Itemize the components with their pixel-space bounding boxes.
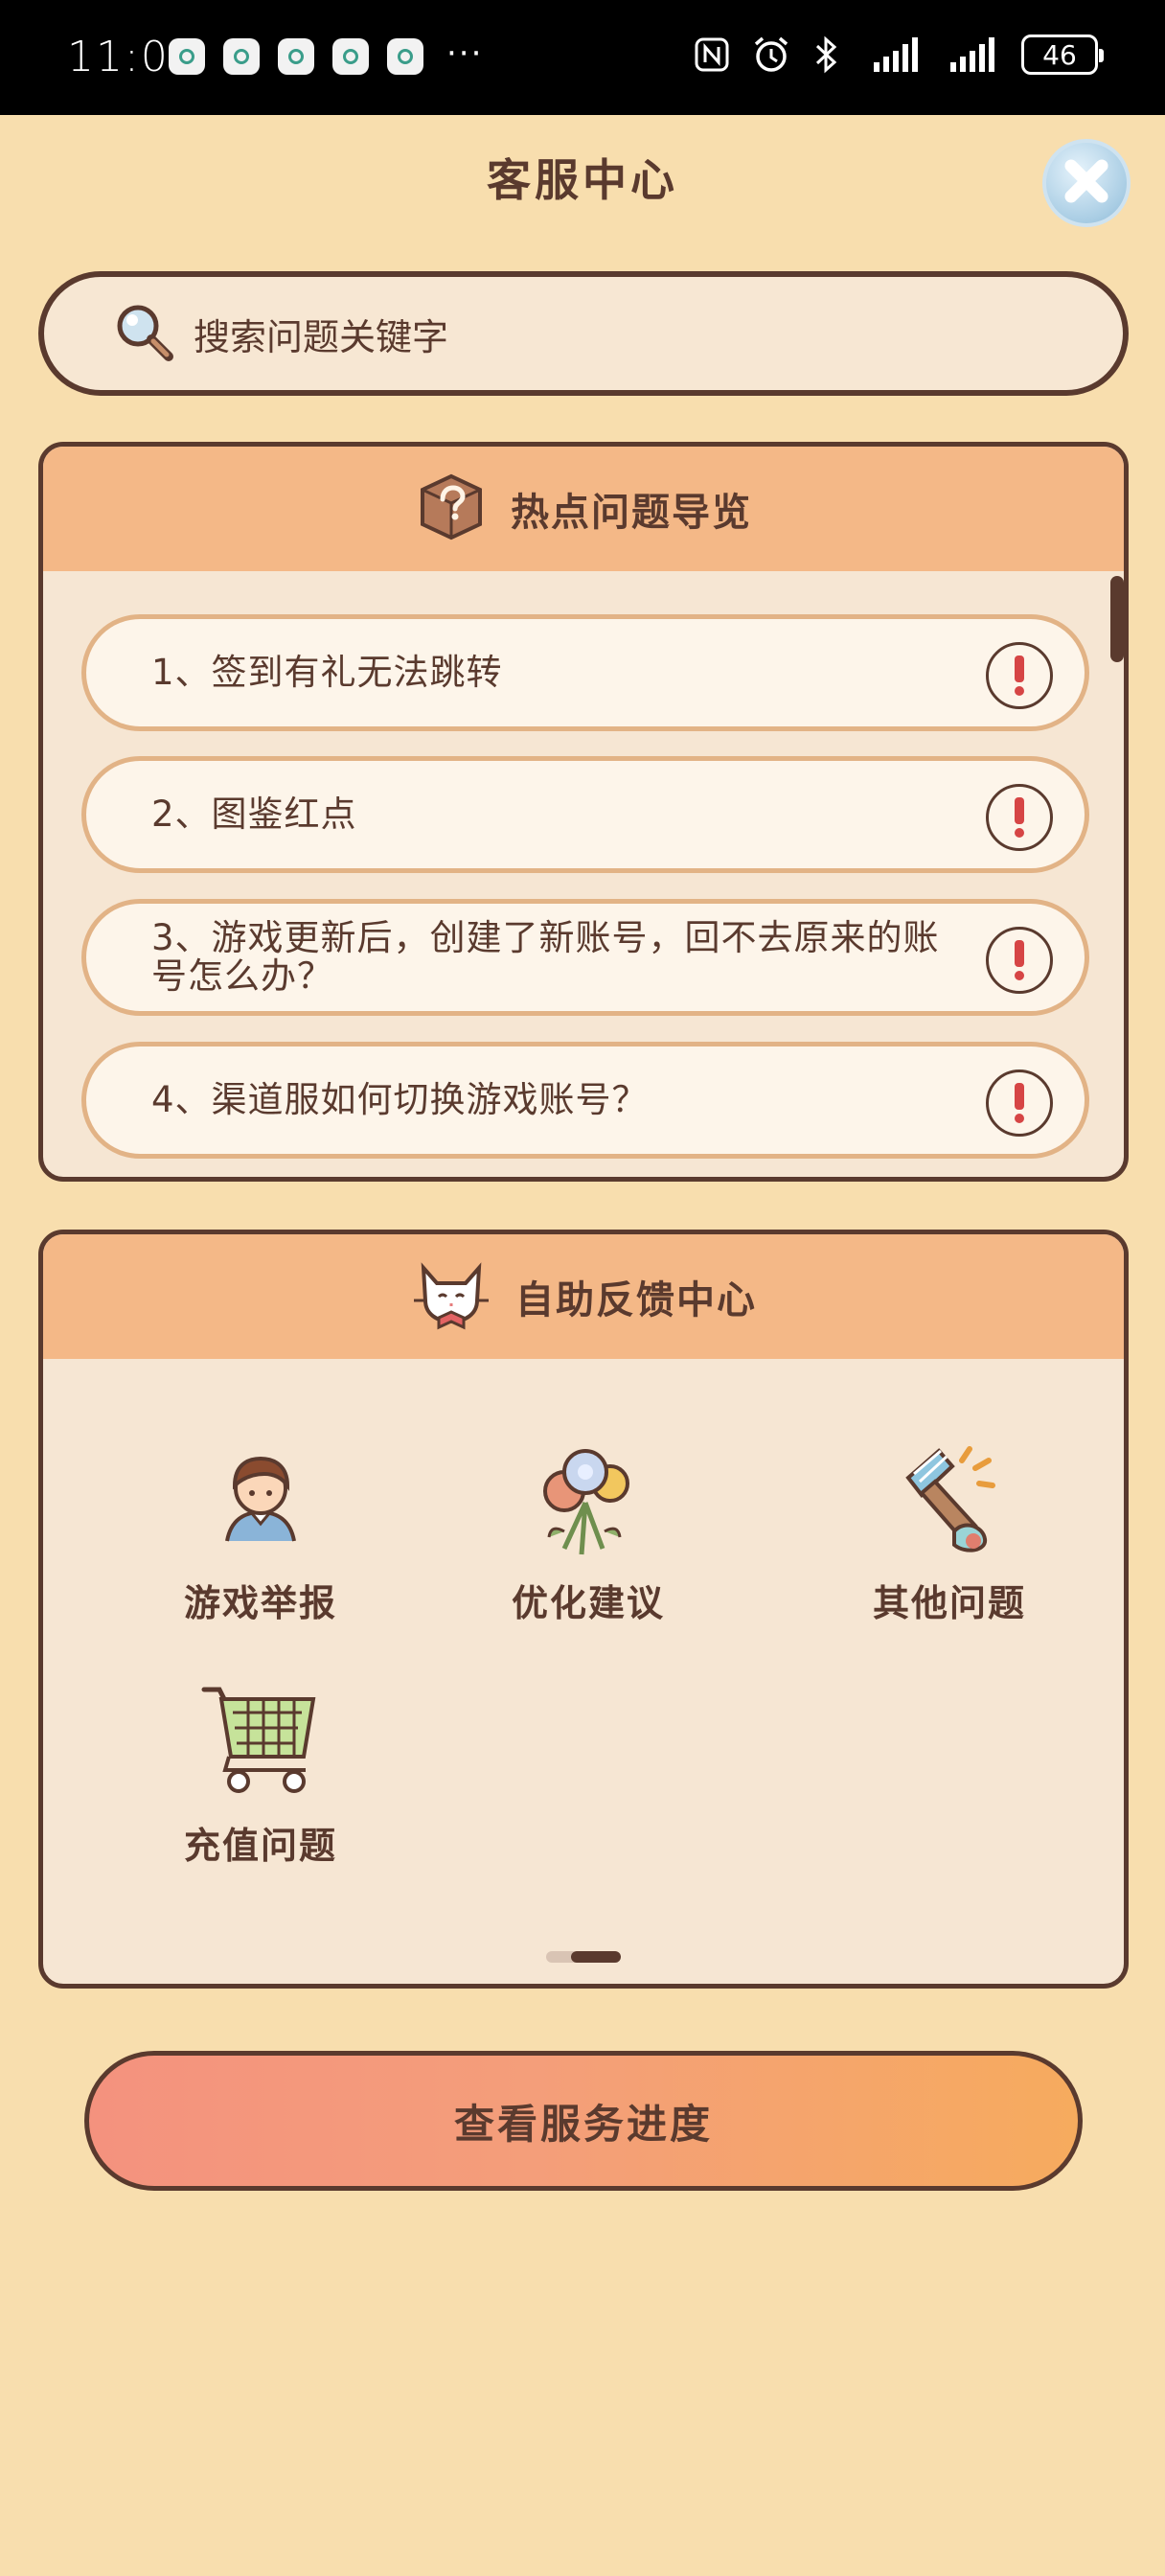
nfc-icon bbox=[694, 36, 730, 73]
suggestion-label: 优化建议 bbox=[511, 1582, 665, 1624]
battery-icon: 46 bbox=[1021, 34, 1104, 75]
user-avatar-icon bbox=[155, 1436, 366, 1560]
recharge-questions-label: 充值问题 bbox=[183, 1825, 337, 1867]
bluetooth-icon bbox=[812, 34, 839, 75]
app-notification-icon bbox=[332, 38, 369, 75]
faq-item[interactable]: 1、签到有礼无法跳转 bbox=[81, 614, 1089, 731]
feedback-header: 自助反馈中心 bbox=[43, 1234, 1124, 1359]
hot-questions-header: 热点问题导览 bbox=[43, 447, 1124, 571]
signal-icon bbox=[860, 35, 927, 74]
system-icons: 46 bbox=[694, 34, 1104, 75]
faq-item[interactable]: 2、图鉴红点 bbox=[81, 756, 1089, 873]
app-notification-icon bbox=[223, 38, 260, 75]
page-title: 客服中心 bbox=[487, 154, 678, 206]
exclamation-icon bbox=[986, 927, 1053, 994]
signal-icon bbox=[948, 35, 1000, 74]
exclamation-icon bbox=[986, 1070, 1053, 1137]
faq-item-text: 3、游戏更新后，创建了新账号，回不去原来的账号怎么办？ bbox=[151, 917, 940, 997]
feedback-card: 自助反馈中心 游戏举报 优化建议 其他问题 充值问题 bbox=[38, 1230, 1129, 1989]
app-notification-icon bbox=[278, 38, 314, 75]
app-notification-icon bbox=[169, 38, 205, 75]
flower-bouquet-icon bbox=[483, 1436, 694, 1560]
other-questions-button[interactable]: 其他问题 bbox=[844, 1436, 1055, 1626]
faq-item[interactable]: 3、游戏更新后，创建了新账号，回不去原来的账号怎么办？ bbox=[81, 899, 1089, 1016]
more-notifications-icon: ··· bbox=[446, 34, 484, 73]
game-report-label: 游戏举报 bbox=[183, 1582, 337, 1624]
faq-item-text: 2、图鉴红点 bbox=[151, 794, 357, 835]
hot-questions-card: 热点问题导览 1、签到有礼无法跳转 2、图鉴红点 3、游戏更新后，创建了新账号，… bbox=[38, 442, 1129, 1182]
page-dot-active bbox=[571, 1951, 621, 1963]
recharge-questions-button[interactable]: 充值问题 bbox=[155, 1678, 366, 1869]
close-button[interactable] bbox=[1042, 139, 1131, 227]
faq-item[interactable]: 4、渠道服如何切换游戏账号？ bbox=[81, 1042, 1089, 1159]
page-indicator bbox=[546, 1951, 621, 1963]
search-input[interactable]: 搜索问题关键字 bbox=[38, 271, 1129, 396]
paint-brush-icon bbox=[844, 1436, 1055, 1560]
question-box-icon bbox=[415, 471, 488, 547]
faq-scrollbar[interactable] bbox=[1110, 576, 1124, 662]
other-questions-label: 其他问题 bbox=[872, 1582, 1026, 1624]
notification-icons bbox=[169, 38, 423, 75]
cat-icon bbox=[410, 1258, 492, 1335]
view-service-progress-button[interactable]: 查看服务进度 bbox=[84, 2051, 1083, 2191]
shopping-cart-icon bbox=[155, 1678, 366, 1803]
view-service-progress-label: 查看服务进度 bbox=[453, 2100, 713, 2148]
faq-item-text: 1、签到有礼无法跳转 bbox=[151, 652, 503, 693]
search-placeholder: 搜索问题关键字 bbox=[194, 315, 449, 358]
status-bar: 11:02 ··· 46 bbox=[0, 0, 1165, 115]
search-icon bbox=[111, 299, 176, 368]
hot-questions-title: 热点问题导览 bbox=[511, 491, 752, 535]
exclamation-icon bbox=[986, 642, 1053, 709]
suggestion-button[interactable]: 优化建议 bbox=[483, 1436, 694, 1626]
exclamation-icon bbox=[986, 784, 1053, 851]
app-notification-icon bbox=[387, 38, 423, 75]
game-report-button[interactable]: 游戏举报 bbox=[155, 1436, 366, 1626]
close-icon bbox=[1060, 154, 1113, 212]
faq-item-text: 4、渠道服如何切换游戏账号？ bbox=[151, 1079, 649, 1120]
alarm-icon bbox=[751, 34, 791, 75]
feedback-title: 自助反馈中心 bbox=[515, 1278, 757, 1322]
